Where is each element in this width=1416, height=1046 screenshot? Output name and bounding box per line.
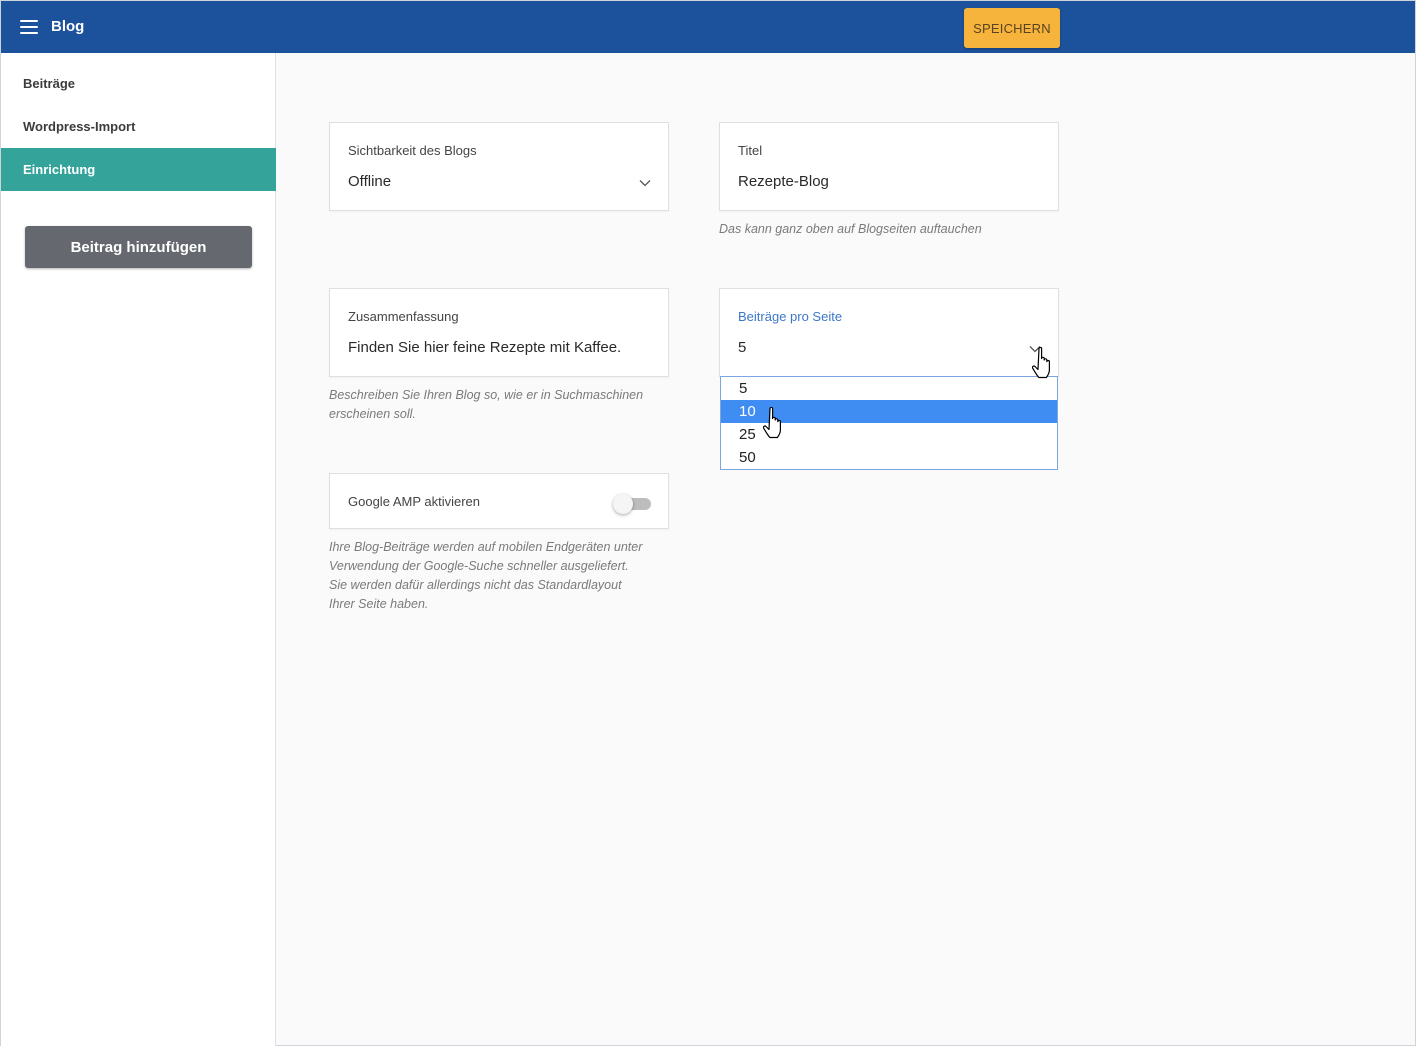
visibility-value: Offline (348, 173, 392, 190)
amp-setting: Google AMP aktivieren (329, 473, 669, 529)
summary-hint-line: Beschreiben Sie Ihren Blog so, wie er in… (329, 388, 644, 402)
dropdown-option[interactable]: 50 (721, 446, 1057, 469)
app-title: Blog (51, 18, 85, 35)
dropdown-option-highlighted[interactable]: 10 (721, 400, 1057, 423)
sidebar-item-beitraege[interactable]: Beiträge (1, 62, 276, 105)
posts-per-page-label: Beiträge pro Seite (738, 309, 843, 324)
sidebar: Beiträge Wordpress-Import Einrichtung Be… (1, 53, 276, 1046)
app-window: Blog SPEICHERN Beiträge Wordpress-Import… (0, 0, 1416, 1046)
sidebar-item-wordpress-import[interactable]: Wordpress-Import (1, 105, 276, 148)
hamburger-menu-icon[interactable] (20, 20, 38, 34)
dropdown-option[interactable]: 25 (721, 423, 1057, 446)
summary-field[interactable]: Zusammenfassung Finden Sie hier feine Re… (329, 288, 669, 377)
amp-label: Google AMP aktivieren (348, 494, 480, 509)
summary-hint-line: erscheinen soll. (329, 407, 416, 421)
add-post-button[interactable]: Beitrag hinzufügen (25, 226, 252, 268)
amp-hint: Ihre Blog-Beiträge werden auf mobilen En… (329, 538, 642, 614)
chevron-down-icon[interactable] (639, 179, 651, 187)
posts-per-page-select[interactable]: Beiträge pro Seite 5 (719, 288, 1059, 377)
save-button[interactable]: SPEICHERN (964, 8, 1060, 48)
amp-toggle[interactable] (613, 494, 651, 514)
amp-hint-line: Sie werden dafür allerdings nicht das St… (329, 578, 622, 592)
visibility-select[interactable]: Sichtbarkeit des Blogs Offline (329, 122, 669, 211)
summary-label: Zusammenfassung (348, 309, 459, 324)
posts-per-page-value: 5 (738, 339, 747, 356)
amp-hint-line: Ihre Blog-Beiträge werden auf mobilen En… (329, 540, 643, 554)
top-bar: Blog SPEICHERN (1, 1, 1415, 53)
amp-hint-line: Verwendung der Google-Suche schneller au… (329, 559, 629, 573)
title-label: Titel (738, 143, 763, 158)
posts-per-page-dropdown: 5 10 25 50 (720, 376, 1058, 470)
amp-hint-line: Ihrer Seite haben. (329, 597, 429, 611)
visibility-label: Sichtbarkeit des Blogs (348, 143, 477, 158)
dropdown-option[interactable]: 5 (721, 377, 1057, 400)
summary-hint: Beschreiben Sie Ihren Blog so, wie er in… (329, 386, 643, 424)
sidebar-item-einrichtung[interactable]: Einrichtung (1, 148, 276, 191)
title-field[interactable]: Titel Rezepte-Blog (719, 122, 1059, 211)
chevron-down-icon[interactable] (1029, 345, 1041, 353)
title-value: Rezepte-Blog (738, 173, 829, 190)
title-hint: Das kann ganz oben auf Blogseiten auftau… (719, 222, 982, 236)
summary-value: Finden Sie hier feine Rezepte mit Kaffee… (348, 339, 622, 356)
